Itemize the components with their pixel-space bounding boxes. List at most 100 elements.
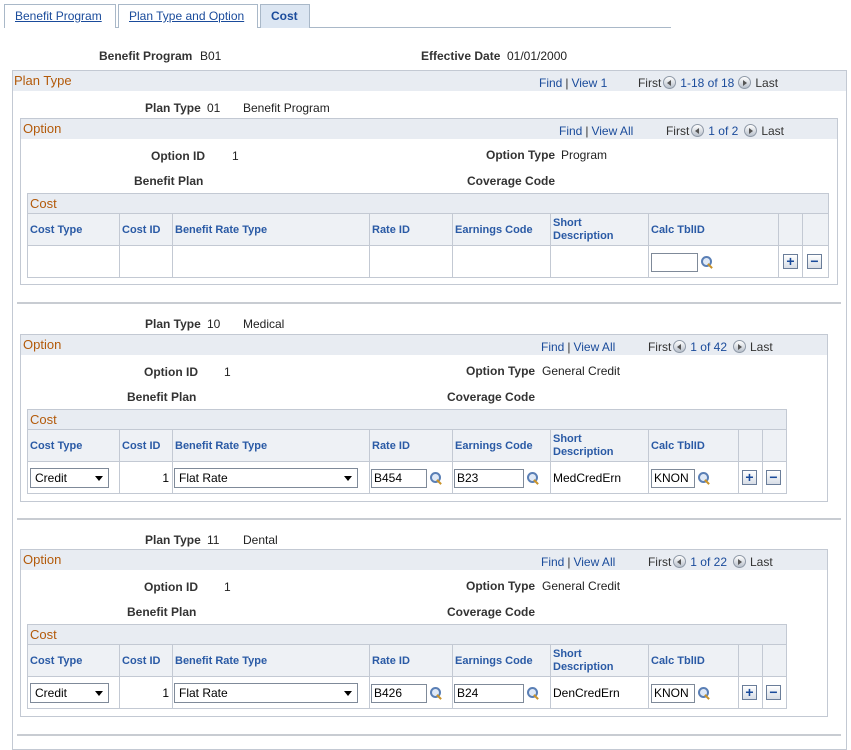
find-link[interactable]: Find (559, 124, 582, 138)
option-title: Option (23, 552, 62, 567)
plan-type-title: Plan Type (14, 73, 72, 88)
tab-benefit-program[interactable]: Benefit Program (4, 4, 116, 28)
option-id-label: Option ID (144, 580, 198, 594)
coverage-code-label: Coverage Code (467, 174, 556, 188)
cost-type-select[interactable]: Credit (30, 683, 109, 703)
col-short-description: Short Description (551, 214, 649, 247)
col-cost-id: Cost ID (120, 430, 173, 463)
col-cost-id: Cost ID (120, 645, 173, 678)
last-label: Last (750, 340, 773, 354)
benefit-plan-label: Benefit Plan (134, 174, 204, 188)
option-type-value: General Credit (542, 364, 621, 378)
plan-type-label: Plan Type (145, 317, 201, 331)
calc-tblid-input[interactable]: KNON (651, 469, 695, 488)
next-arrow-icon[interactable] (744, 124, 758, 137)
col-benefit-rate-type: Benefit Rate Type (173, 645, 370, 678)
lookup-icon[interactable] (697, 686, 711, 700)
tab-cost[interactable]: Cost (260, 4, 310, 28)
previous-arrow-icon[interactable] (663, 76, 677, 89)
option-type-label: Option Type (466, 364, 536, 378)
cost-grid-header: Cost Type Cost ID Benefit Rate Type Rate… (28, 429, 786, 463)
previous-arrow-icon[interactable] (673, 555, 687, 568)
col-benefit-rate-type: Benefit Rate Type (173, 430, 370, 463)
option-nav: Find | View All First 1 of 42 Last (541, 340, 773, 354)
tab-label: Cost (271, 9, 298, 23)
tab-plan-type-and-option[interactable]: Plan Type and Option (118, 4, 258, 28)
cost-grid-header: Cost Type Cost ID Benefit Rate Type Rate… (28, 213, 828, 247)
option-type-label: Option Type (486, 148, 556, 162)
col-earnings-code: Earnings Code (453, 645, 551, 678)
tab-label: Benefit Program (15, 9, 102, 23)
col-rate-id: Rate ID (370, 214, 453, 247)
add-row-button[interactable]: + (783, 254, 798, 269)
row-separator (17, 518, 841, 520)
col-benefit-rate-type: Benefit Rate Type (173, 214, 370, 247)
col-earnings-code: Earnings Code (453, 214, 551, 247)
cost-grid-header: Cost Type Cost ID Benefit Rate Type Rate… (28, 644, 786, 678)
plan-type-code: 10 (207, 317, 221, 331)
delete-row-button[interactable]: − (807, 254, 822, 269)
coverage-code-label: Coverage Code (447, 390, 536, 404)
add-row-button[interactable]: + (742, 685, 757, 700)
coverage-code-label: Coverage Code (447, 605, 536, 619)
option-nav: Find | View All First 1 of 2 Last (559, 124, 785, 138)
first-label: First (647, 555, 672, 569)
view-1-link[interactable]: View 1 (571, 76, 607, 90)
find-link[interactable]: Find (541, 555, 564, 569)
view-all-link[interactable]: View All (573, 555, 615, 569)
short-description-value: MedCredErn (553, 471, 622, 485)
view-all-link[interactable]: View All (591, 124, 633, 138)
option-id-value: 1 (224, 365, 231, 379)
benefit-rate-type-select[interactable]: Flat Rate (174, 468, 358, 488)
col-calc-tblid: Calc TblID (649, 645, 739, 678)
first-label: First (637, 76, 662, 90)
delete-row-button[interactable]: − (766, 470, 781, 485)
last-label: Last (761, 124, 785, 138)
next-arrow-icon[interactable] (733, 555, 746, 568)
short-description-value: DenCredErn (553, 686, 620, 700)
benefit-plan-label: Benefit Plan (127, 605, 197, 619)
calc-tblid-input[interactable]: KNON (651, 684, 695, 703)
lookup-icon[interactable] (697, 471, 711, 485)
lookup-icon[interactable] (700, 255, 714, 269)
last-label: Last (755, 76, 779, 90)
lookup-icon[interactable] (526, 471, 540, 485)
effective-date-label: Effective Date (421, 49, 501, 63)
option-id-label: Option ID (144, 365, 198, 379)
cost-grid: Cost Cost Type Cost ID Benefit Rate Type… (27, 624, 787, 709)
next-arrow-icon[interactable] (738, 76, 752, 89)
add-row-button[interactable]: + (742, 470, 757, 485)
earnings-code-input[interactable]: B24 (454, 684, 524, 703)
find-link[interactable]: Find (539, 76, 562, 90)
col-cost-id: Cost ID (120, 214, 173, 247)
next-arrow-icon[interactable] (733, 340, 746, 353)
col-cost-type: Cost Type (28, 430, 120, 463)
plan-type-nav: Find | View 1 First 1-18 of 18 Last (539, 76, 779, 90)
rate-id-input[interactable]: B426 (371, 684, 427, 703)
plan-type-code: 01 (207, 101, 221, 115)
option-title: Option (23, 121, 62, 136)
cost-type-select[interactable]: Credit (30, 468, 109, 488)
lookup-icon[interactable] (526, 686, 540, 700)
previous-arrow-icon[interactable] (691, 124, 705, 137)
lookup-icon[interactable] (429, 471, 443, 485)
find-link[interactable]: Find (541, 340, 564, 354)
benefit-plan-label: Benefit Plan (127, 390, 197, 404)
plan-type-desc: Dental (243, 533, 278, 547)
row-separator (17, 302, 841, 304)
benefit-rate-type-select[interactable]: Flat Rate (174, 683, 358, 703)
col-earnings-code: Earnings Code (453, 430, 551, 463)
effective-date-value: 01/01/2000 (507, 49, 568, 63)
view-all-link[interactable]: View All (573, 340, 615, 354)
calc-tblid-input[interactable] (651, 253, 698, 272)
col-short-description: Short Description (551, 430, 649, 463)
cost-title: Cost (30, 412, 57, 427)
rate-id-input[interactable]: B454 (371, 469, 427, 488)
row-range: 1-18 of 18 (680, 76, 735, 90)
earnings-code-input[interactable]: B23 (454, 469, 524, 488)
delete-row-button[interactable]: − (766, 685, 781, 700)
col-cost-type: Cost Type (28, 645, 120, 678)
lookup-icon[interactable] (429, 686, 443, 700)
previous-arrow-icon[interactable] (673, 340, 687, 353)
option-type-value: Program (561, 148, 608, 162)
